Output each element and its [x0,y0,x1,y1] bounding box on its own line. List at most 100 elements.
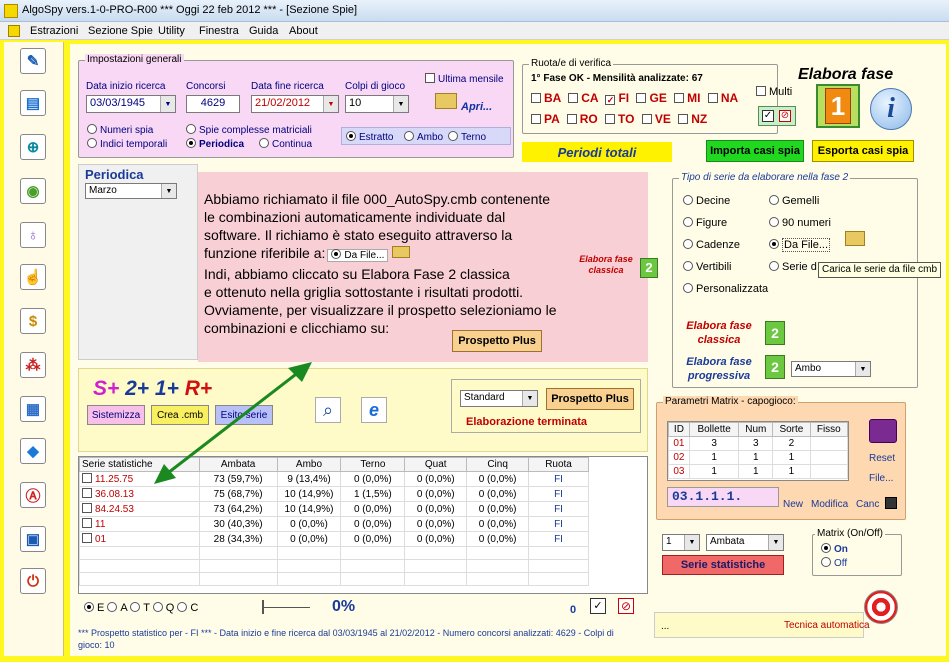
menu-guida[interactable]: Guida [249,25,278,37]
colpi-combo[interactable]: 10 ▼ [345,95,409,113]
indici-temporali-radio[interactable]: Indici temporali [87,138,167,150]
mdi-icon[interactable] [8,25,20,37]
da-file-radio[interactable]: Da File... [769,238,831,252]
periodi-totali-button[interactable]: Periodi totali [522,142,672,162]
table-row[interactable]: 84.24.53 73 (64,2%) 10 (14,9%) 0 (0,0%) 0 (0… [79,501,589,517]
info-icon[interactable]: i [870,88,912,130]
fase-one-button[interactable]: 1 [816,84,860,128]
filter-c-radio[interactable]: C [177,602,198,614]
decine-radio[interactable]: Decine [683,195,730,207]
gemelli-radio[interactable]: Gemelli [769,195,819,207]
col-cinq[interactable]: Cinq [466,457,530,472]
matrix-off-radio[interactable]: Off [821,557,847,569]
chevron-down-icon[interactable]: ▼ [161,184,176,198]
esporta-button[interactable]: Esporta casi spia [812,140,914,162]
matrix-col-id[interactable]: ID [668,422,690,437]
tree-icon[interactable]: ⁂ [20,352,46,378]
wheel-ba[interactable]: BA [531,91,561,105]
menu-about[interactable]: About [289,25,318,37]
personalizzata-radio[interactable]: Personalizzata [683,283,768,295]
matrix-num-combo[interactable]: 1 ▼ [662,534,700,551]
cancel-icon[interactable]: ⊘ [618,598,634,614]
col-terno[interactable]: Terno [340,457,406,472]
wheel-nz[interactable]: NZ [678,112,707,126]
elabora-progressiva-button[interactable]: 2 [765,355,785,379]
matrix-sorte-combo[interactable]: Ambata ▼ [706,534,784,551]
chevron-down-icon[interactable]: ▼ [768,535,783,550]
chevron-down-icon[interactable]: ▼ [684,535,699,550]
save-icon[interactable] [885,497,897,509]
target-icon[interactable] [864,590,898,624]
progress-slider[interactable] [262,598,310,616]
dollar-icon[interactable]: $ [20,308,46,334]
chevron-down-icon[interactable]: ▼ [160,96,175,112]
book-icon[interactable] [869,419,897,443]
wheel-to[interactable]: TO [605,112,634,126]
document-icon[interactable]: ▣ [20,526,46,552]
filter-q-radio[interactable]: Q [152,602,174,614]
chevron-down-icon[interactable]: ▼ [323,96,338,112]
prospetto-combo[interactable]: Standard ▼ [460,390,538,407]
serie-d-radio[interactable]: Serie d [769,261,817,273]
prospetto-plus-button[interactable]: Prospetto Plus [546,388,634,410]
progressiva-sorte-combo[interactable]: Ambo ▼ [791,361,871,377]
ultima-mensile-checkbox[interactable]: Ultima mensile [425,73,504,85]
matrix-row[interactable]: 02 1 1 1 [668,450,849,465]
matrix-code-field[interactable]: 03.1.1.1. [667,487,779,507]
matrix-col-bollette[interactable]: Bollette [688,422,740,437]
canc-button[interactable]: Canc [856,499,879,510]
folder-icon[interactable] [435,93,457,109]
serie-statistiche-button[interactable]: Serie statistiche [662,555,784,575]
matrix-col-num[interactable]: Num [738,422,774,437]
wheel-pa[interactable]: PA [531,112,559,126]
power-icon[interactable]: ⏻ [20,568,46,594]
sistemizza-button[interactable]: Sistemizza [87,405,145,425]
pencil-icon[interactable]: ✎ [20,48,46,74]
compass-icon[interactable]: ⊕ [20,134,46,160]
check-icon[interactable]: ✓ [762,110,774,122]
periodica-combo[interactable]: Marzo ▼ [85,183,177,199]
data-fine-combo[interactable]: 21/02/2012 ▼ [251,95,339,113]
ambo-radio[interactable]: Ambo [404,131,443,143]
folder-icon[interactable] [845,231,865,246]
matrix-col-sorte[interactable]: Sorte [772,422,811,437]
wheel-ve[interactable]: VE [641,112,671,126]
chevron-down-icon[interactable]: ▼ [522,391,537,406]
wheel-na[interactable]: NA [707,91,738,105]
filter-a-radio[interactable]: A [107,602,127,614]
figure-radio[interactable]: Figure [683,217,727,229]
chevron-down-icon[interactable]: ▼ [855,362,870,376]
wheel-fi[interactable]: ✓ FI [605,91,629,105]
filter-t-radio[interactable]: T [130,602,150,614]
wheel-ro[interactable]: RO [566,112,598,126]
cadenze-radio[interactable]: Cadenze [683,239,740,251]
book-icon[interactable]: ▤ [20,90,46,116]
table-row[interactable]: 01 28 (34,3%) 0 (0,0%) 0 (0,0%) 0 (0,0%) 0 (0… [79,531,589,547]
filter-e-radio[interactable]: E [84,602,104,614]
modifica-button[interactable]: Modifica [811,499,848,510]
matrix-row[interactable]: 01 3 3 2 [668,436,849,451]
matrix-row[interactable]: 03 1 1 1 [668,464,849,479]
menu-estrazioni[interactable]: Estrazioni [30,25,78,37]
wheel-ca[interactable]: CA [568,91,598,105]
chevron-down-icon[interactable]: ▼ [393,96,408,112]
menu-sezione-spie[interactable]: Sezione Spie [88,25,153,37]
apri-link[interactable]: Apri... [461,101,492,113]
col-ruota[interactable]: Ruota [528,457,589,472]
reset-button[interactable]: Reset [869,453,895,464]
bulb-icon[interactable]: ♁ [20,222,46,248]
tecnica-automatica-label[interactable]: Tecnica automatica [784,620,870,631]
file-button[interactable]: File... [869,473,893,484]
multi-checkbox[interactable]: Multi [756,86,792,98]
grid-icon[interactable]: ▦ [20,396,46,422]
elabora-classica-button[interactable]: 2 [765,321,785,345]
matrix-on-radio[interactable]: On [821,543,848,555]
data-inizio-combo[interactable]: 03/03/1945 ▼ [86,95,176,113]
table-row[interactable]: 11 30 (40,3%) 0 (0,0%) 0 (0,0%) 0 (0,0%) 0 (0… [79,516,589,532]
col-quat[interactable]: Quat [404,457,468,472]
estratto-radio[interactable]: Estratto [346,131,393,143]
importa-button[interactable]: Importa casi spia [706,140,804,162]
wheel-ge[interactable]: GE [636,91,667,105]
menu-finestra[interactable]: Finestra [199,25,239,37]
concorsi-field[interactable]: 4629 [186,95,240,113]
